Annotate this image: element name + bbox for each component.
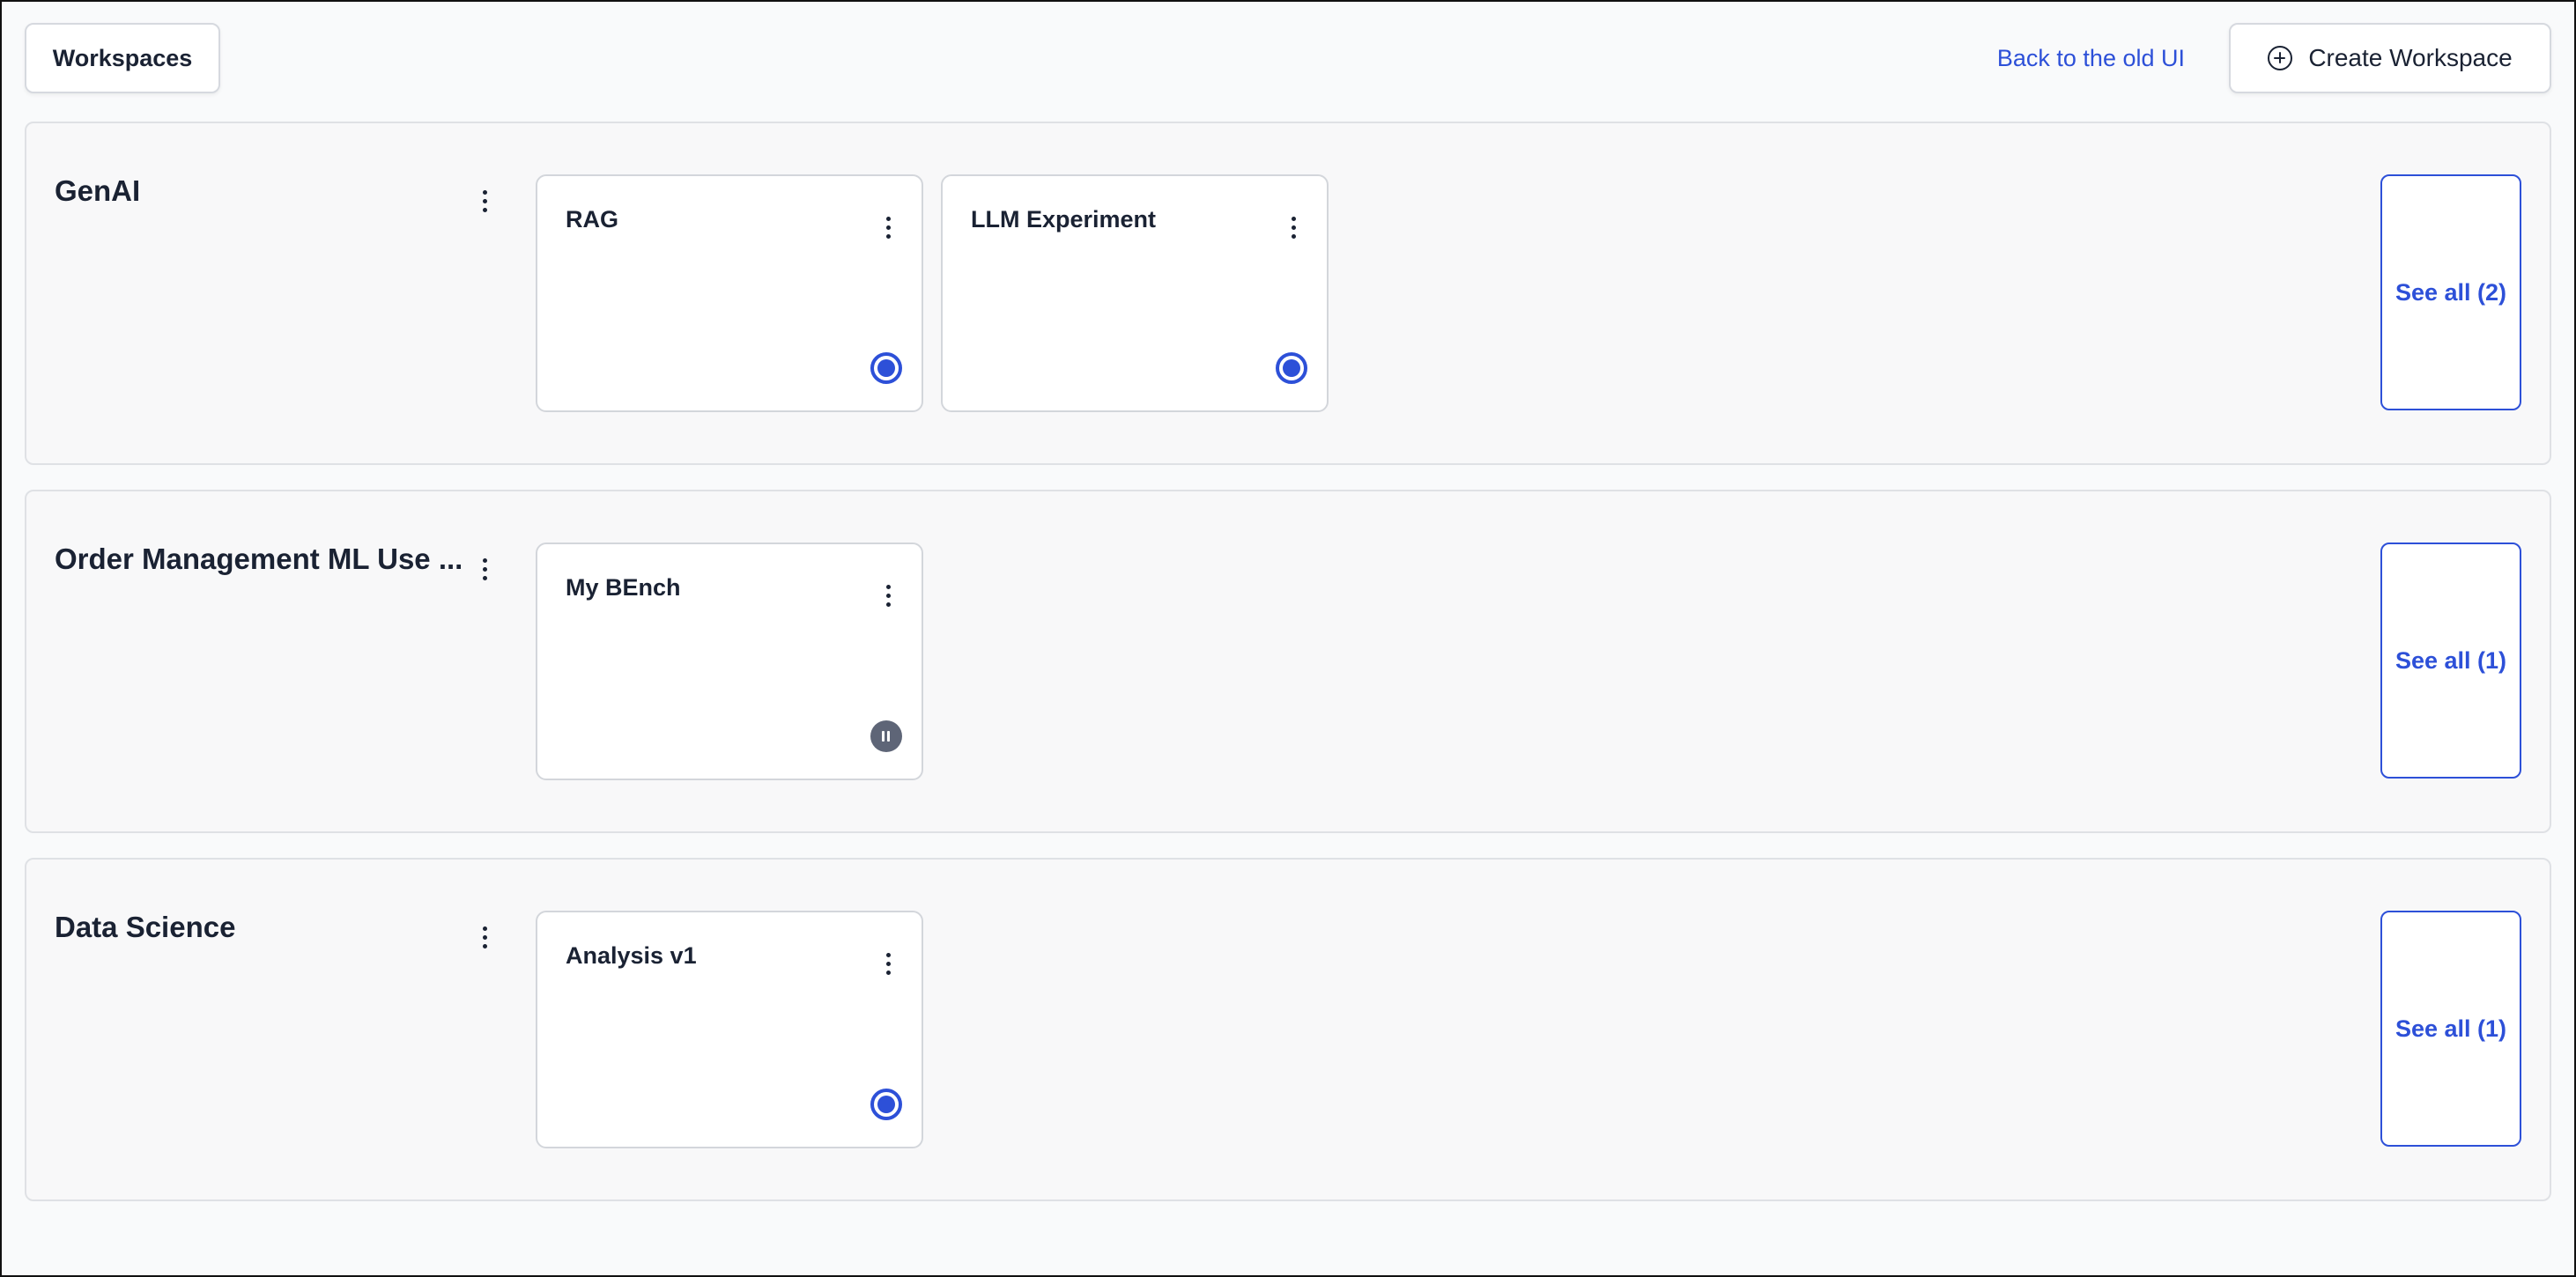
page: Workspaces Back to the old UI Create Wor… [0, 0, 2576, 1277]
workspace-title: Order Management ML Use ... [55, 543, 463, 575]
project-card-title: RAG [566, 206, 618, 233]
project-menu-icon[interactable] [877, 210, 899, 245]
project-card-analysis-v1[interactable]: Analysis v1 [536, 911, 923, 1148]
workspace-section-genai: GenAI RAG LLM Experiment See all (2) [25, 122, 2551, 465]
workspace-title: GenAI [55, 174, 141, 207]
project-card-llm-experiment[interactable]: LLM Experiment [941, 174, 1329, 412]
workspace-section-data-science: Data Science Analysis v1 See all (1) [25, 858, 2551, 1201]
create-workspace-button[interactable]: Create Workspace [2229, 23, 2551, 93]
project-card-rag[interactable]: RAG [536, 174, 923, 412]
plus-circle-icon [2268, 46, 2293, 70]
project-card-title: My BEnch [566, 574, 681, 601]
status-running-icon [870, 352, 902, 384]
header: Workspaces Back to the old UI Create Wor… [25, 23, 2551, 93]
see-all-button[interactable]: See all (2) [2380, 174, 2521, 410]
see-all-button[interactable]: See all (1) [2380, 911, 2521, 1147]
status-running-icon [870, 1089, 902, 1120]
see-all-button[interactable]: See all (1) [2380, 543, 2521, 779]
workspace-menu-icon[interactable] [474, 183, 495, 218]
workspace-section-order-management: Order Management ML Use ... My BEnch See… [25, 490, 2551, 833]
project-card-title: LLM Experiment [971, 206, 1157, 233]
project-menu-icon[interactable] [877, 578, 899, 613]
workspace-menu-icon[interactable] [474, 919, 495, 955]
status-paused-icon [870, 720, 902, 752]
back-to-old-ui-link[interactable]: Back to the old UI [1997, 23, 2185, 93]
workspace-menu-icon[interactable] [474, 551, 495, 587]
project-card-my-bench[interactable]: My BEnch [536, 543, 923, 780]
workspaces-button[interactable]: Workspaces [25, 23, 220, 93]
project-menu-icon[interactable] [877, 946, 899, 981]
project-card-title: Analysis v1 [566, 942, 697, 969]
workspace-title: Data Science [55, 911, 236, 943]
status-running-icon [1276, 352, 1307, 384]
project-menu-icon[interactable] [1283, 210, 1304, 245]
create-workspace-label: Create Workspace [2308, 44, 2513, 71]
